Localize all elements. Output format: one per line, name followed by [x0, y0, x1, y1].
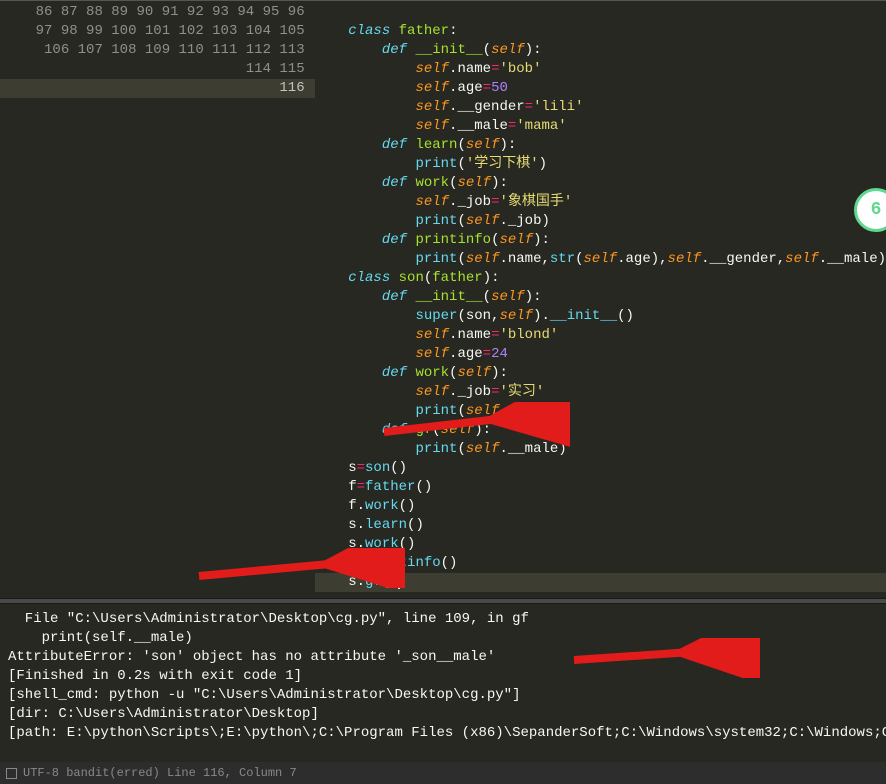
- console-line: [Finished in 0.2s with exit code 1]: [8, 667, 878, 686]
- code-line[interactable]: f.work(): [315, 497, 886, 516]
- line-number: 112: [246, 42, 271, 58]
- code-line[interactable]: self._job='象棋国手': [315, 193, 886, 212]
- code-line[interactable]: self.age=50: [315, 79, 886, 98]
- line-number: 105: [279, 23, 304, 39]
- line-number: 99: [86, 23, 103, 39]
- line-number: 89: [111, 4, 128, 20]
- console-line: print(self.__male): [8, 629, 878, 648]
- code-line[interactable]: def work(self):: [315, 174, 886, 193]
- code-content[interactable]: class father: def __init__(self): self.n…: [315, 1, 886, 598]
- line-number: 90: [136, 4, 153, 20]
- line-number: 114: [246, 61, 271, 77]
- status-checkbox-icon: [6, 768, 17, 779]
- line-number: 86: [36, 4, 53, 20]
- line-number: 115: [279, 61, 304, 77]
- code-line[interactable]: s.gf(): [315, 573, 886, 592]
- line-number: 113: [279, 42, 304, 58]
- code-line[interactable]: self._job='实习': [315, 383, 886, 402]
- line-number: 95: [263, 4, 280, 20]
- code-line[interactable]: s.work(): [315, 535, 886, 554]
- code-line[interactable]: class son(father):: [315, 269, 886, 288]
- code-line[interactable]: def printinfo(self):: [315, 231, 886, 250]
- console-line: [shell_cmd: python -u "C:\Users\Administ…: [8, 686, 878, 705]
- line-number: 108: [111, 42, 136, 58]
- text-cursor: [398, 573, 400, 589]
- code-line[interactable]: super(son,self).__init__(): [315, 307, 886, 326]
- line-number: 107: [78, 42, 103, 58]
- line-number: 88: [86, 4, 103, 20]
- code-line[interactable]: self.name='bob': [315, 60, 886, 79]
- code-line[interactable]: self.__male='mama': [315, 117, 886, 136]
- console-line: [path: E:\python\Scripts\;E:\python\;C:\…: [8, 724, 878, 743]
- line-number-gutter: 86 87 88 89 90 91 92 93 94 95 96 97 98 9…: [0, 1, 315, 598]
- code-line[interactable]: print(self.name,str(self.age),self.__gen…: [315, 250, 886, 269]
- line-number: 91: [162, 4, 179, 20]
- line-number: 103: [212, 23, 237, 39]
- console-line: File "C:\Users\Administrator\Desktop\cg.…: [8, 610, 878, 629]
- line-number: 104: [246, 23, 271, 39]
- code-line[interactable]: f=father(): [315, 478, 886, 497]
- status-text: UTF-8 bandit(erred) Line 116, Column 7: [23, 766, 297, 780]
- code-editor[interactable]: 86 87 88 89 90 91 92 93 94 95 96 97 98 9…: [0, 0, 886, 598]
- status-bar: UTF-8 bandit(erred) Line 116, Column 7: [0, 762, 886, 784]
- line-number: 101: [145, 23, 170, 39]
- code-line[interactable]: s.learn(): [315, 516, 886, 535]
- code-line[interactable]: class father:: [315, 22, 886, 41]
- code-line[interactable]: print('学习下棋'): [315, 155, 886, 174]
- code-line[interactable]: def __init__(self):: [315, 41, 886, 60]
- console-line: AttributeError: 'son' object has no attr…: [8, 648, 878, 667]
- line-number: 87: [61, 4, 78, 20]
- code-line[interactable]: def work(self):: [315, 364, 886, 383]
- code-line[interactable]: print(self._job): [315, 212, 886, 231]
- line-number: 110: [179, 42, 204, 58]
- code-line[interactable]: s=son(): [315, 459, 886, 478]
- line-number: 116: [0, 79, 315, 98]
- line-number: 92: [187, 4, 204, 20]
- code-line[interactable]: def gf(self):: [315, 421, 886, 440]
- code-line[interactable]: self.age=24: [315, 345, 886, 364]
- code-line[interactable]: [315, 3, 886, 22]
- line-number: 111: [212, 42, 237, 58]
- code-line[interactable]: self.name='blond': [315, 326, 886, 345]
- code-line[interactable]: self.__gender='lili': [315, 98, 886, 117]
- console-line: [dir: C:\Users\Administrator\Desktop]: [8, 705, 878, 724]
- code-line[interactable]: def learn(self):: [315, 136, 886, 155]
- line-number: 106: [44, 42, 69, 58]
- line-number: 97: [36, 23, 53, 39]
- line-number: 94: [237, 4, 254, 20]
- line-number: 109: [145, 42, 170, 58]
- line-number: 98: [61, 23, 78, 39]
- code-line[interactable]: def __init__(self):: [315, 288, 886, 307]
- build-output-console[interactable]: File "C:\Users\Administrator\Desktop\cg.…: [0, 604, 886, 762]
- code-line[interactable]: print(self.__male): [315, 440, 886, 459]
- code-line[interactable]: print(self._job): [315, 402, 886, 421]
- badge-value: 6: [871, 200, 882, 220]
- line-number: 96: [288, 4, 305, 20]
- line-number: 100: [111, 23, 136, 39]
- line-number: 93: [212, 4, 229, 20]
- line-number: 102: [179, 23, 204, 39]
- code-line[interactable]: f.printinfo(): [315, 554, 886, 573]
